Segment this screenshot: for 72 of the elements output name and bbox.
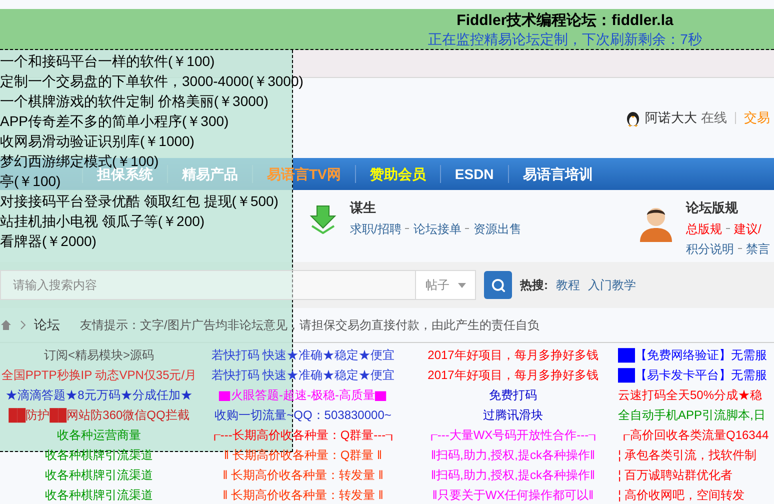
info-link[interactable]: 资源出售: [473, 220, 522, 238]
info-title: 谋生: [350, 199, 377, 217]
info-link[interactable]: 求职/招聘: [350, 220, 402, 238]
ad-link[interactable]: 收各种棋牌引流渠道: [0, 485, 198, 504]
search-scope-select[interactable]: 帖子: [416, 270, 476, 300]
ad-link[interactable]: 收各种棋牌引流渠道: [0, 465, 198, 485]
nav-item[interactable]: 易语言培训: [508, 164, 607, 184]
ad-link[interactable]: ██【易卡发卡平台】无需服: [618, 365, 774, 385]
ad-link[interactable]: 全自动手机APP引流脚本,日: [618, 405, 774, 425]
ad-link[interactable]: 2017年好项目，每月多挣好多钱: [408, 345, 618, 365]
header-link[interactable]: 交易: [744, 108, 770, 128]
info-link[interactable]: 总版规: [686, 220, 722, 238]
search-field[interactable]: 请输入搜索内容: [0, 270, 416, 300]
info-link[interactable]: 论坛接单: [413, 220, 462, 238]
ad-link[interactable]: 若快打码 快速★准确★稳定★便宜: [198, 365, 408, 385]
ad-link[interactable]: ¦ 承包各类引流，找软件制: [618, 445, 774, 465]
ad-link[interactable]: 过腾讯滑块: [408, 405, 618, 425]
post-title[interactable]: 一个和接码平台一样的软件(￥100): [0, 51, 215, 71]
hot-search-label: 热搜:: [520, 277, 548, 294]
caret-icon: [458, 282, 466, 288]
post-title[interactable]: APP传奇差不多的简单小程序(￥300): [0, 111, 229, 131]
post-title[interactable]: 对接接码平台登录优酷 领取红包 提现(￥500): [0, 191, 278, 211]
ad-link[interactable]: 若快打码 快速★准确★稳定★便宜: [198, 345, 408, 365]
post-title[interactable]: 亭(￥100): [0, 171, 61, 191]
post-title[interactable]: 一个棋牌游戏的软件定制 价格美丽(￥3000): [0, 91, 268, 111]
info-link[interactable]: 禁言: [746, 240, 770, 258]
ad-link[interactable]: 全国PPTP秒换IP 动态VPN仅35元/月: [0, 365, 198, 385]
user-name[interactable]: 阿诺大大: [645, 108, 697, 128]
ad-link[interactable]: 收各种棋牌引流渠道: [0, 445, 198, 465]
search-button[interactable]: [484, 271, 512, 299]
ad-link[interactable]: 2017年好项目，每月多挣好多钱: [408, 365, 618, 385]
ad-link[interactable]: ★滴滴答题★8元万码★分成任加★: [0, 385, 198, 405]
info-title: 论坛版规: [686, 199, 739, 217]
ad-link[interactable]: ██防护██网站防360微信QQ拦截: [0, 405, 198, 425]
ad-link[interactable]: 免费打码: [408, 385, 618, 405]
ad-link[interactable]: ██【免费网络验证】无需服: [618, 345, 774, 365]
ad-link[interactable]: ¦ 百万诚聘站群优化者: [618, 465, 774, 485]
download-arrow-icon: [308, 204, 338, 234]
user-status: 在线: [701, 109, 727, 128]
hot-search-link[interactable]: 入门教学: [588, 276, 636, 294]
banner-title: Fiddler技术编程论坛：fiddler.la: [456, 11, 674, 30]
post-title[interactable]: 看牌器(￥2000): [0, 231, 96, 251]
ad-link[interactable]: 收购一切流量~QQ：503830000~: [198, 405, 408, 425]
ad-link[interactable]: 云速打码全天50%分成★稳: [618, 385, 774, 405]
post-title[interactable]: 收网易滑动验证识别库(￥1000): [0, 131, 194, 151]
post-title[interactable]: 站挂机抽小电视 领瓜子等(￥200): [0, 211, 205, 231]
ad-link[interactable]: 订阅<精易模块>源码: [0, 345, 198, 365]
ad-link[interactable]: ‖扫码,助力,授权,提ck各种操作‖: [408, 465, 618, 485]
info-link[interactable]: 建议/: [734, 220, 762, 238]
ad-link[interactable]: ‖ 长期高价收各种量：Q群量 ‖: [198, 445, 408, 465]
hot-search-link[interactable]: 教程: [556, 276, 580, 294]
breadcrumb-notice: 友情提示：文字/图片广告均非论坛意见，请担保交易勿直接付款，由此产生的责任自负: [80, 317, 540, 334]
info-link[interactable]: 积分说明: [686, 240, 734, 258]
breadcrumb-link[interactable]: 论坛: [34, 315, 60, 335]
ad-link[interactable]: ‖扫码,助力,授权,提ck各种操作‖: [408, 445, 618, 465]
ad-link[interactable]: ‖ 长期高价收各种量：转发量 ‖: [198, 465, 408, 485]
nav-item[interactable]: 赞助会员: [356, 164, 440, 184]
post-title[interactable]: 定制一个交易盘的下单软件，3000-4000(￥3000): [0, 71, 304, 91]
penguin-icon: [625, 109, 641, 127]
ad-link[interactable]: ▇火眼答题-超速-极稳-高质量▇: [198, 385, 408, 405]
banner-status: 正在监控精易论坛定制，下次刷新剩余：7秒: [427, 30, 703, 49]
ad-link[interactable]: ┎---大量WX号码开放性合作---┒: [408, 425, 618, 445]
ad-link[interactable]: 收各种运营商量: [0, 425, 198, 445]
ad-link[interactable]: ‖ 长期高价收各种量：转发量 ‖: [198, 485, 408, 504]
ad-link[interactable]: ┎---长期高价收各种量：Q群量---┒: [198, 425, 408, 445]
ad-link[interactable]: ┎高价回收各类流量Q16344: [618, 425, 774, 445]
nav-item[interactable]: ESDN: [440, 164, 508, 184]
ad-link[interactable]: ¦ 高价收网吧，空间转发: [618, 485, 774, 504]
home-icon: [0, 319, 12, 331]
chevron-icon: [20, 320, 26, 330]
ad-link[interactable]: ‖只要关于WX任何操作都可以‖: [408, 485, 618, 504]
search-icon: [490, 278, 506, 292]
